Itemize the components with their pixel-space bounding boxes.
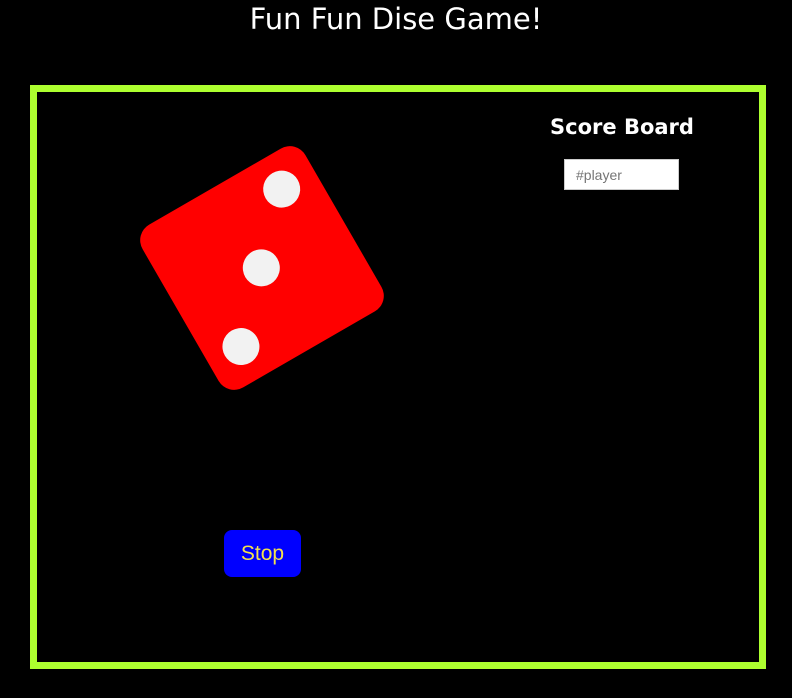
stop-button[interactable]: Stop [224,530,301,577]
page-title: Fun Fun Dise Game! [249,2,543,36]
die-pip [236,242,287,294]
die-pip [256,163,307,215]
scoreboard-title: Score Board [550,115,694,139]
die-pip [215,321,267,372]
player-input[interactable] [564,159,679,190]
